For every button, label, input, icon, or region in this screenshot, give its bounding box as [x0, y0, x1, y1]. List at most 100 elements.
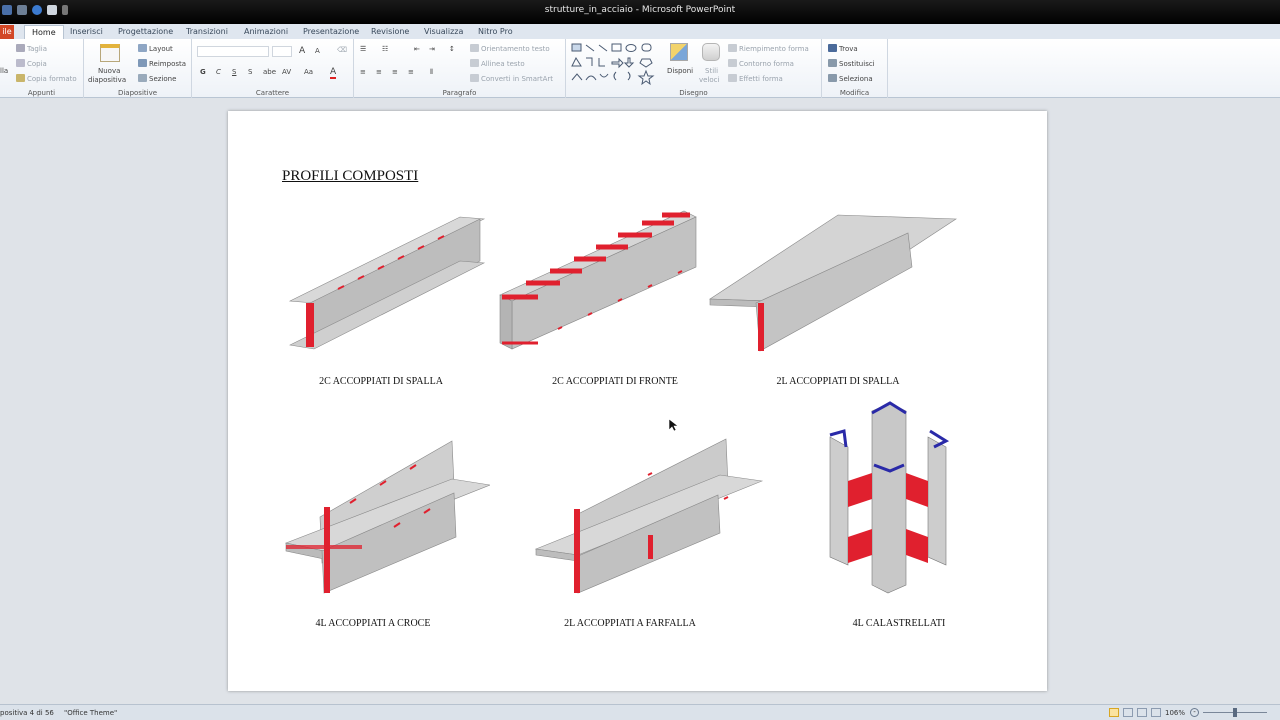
- numbering-icon[interactable]: ☷: [382, 45, 388, 53]
- text-direction-button[interactable]: Orientamento testo: [470, 44, 550, 53]
- bold-button[interactable]: G: [200, 68, 206, 76]
- align-right-icon[interactable]: ≡: [392, 68, 398, 76]
- slide-counter: positiva 4 di 56: [0, 709, 54, 717]
- new-slide-button-line2[interactable]: diapositiva: [88, 76, 126, 84]
- shape-fill-button[interactable]: Riempimento forma: [728, 44, 809, 53]
- reset-label: Reimposta: [149, 60, 187, 68]
- figure-4l-cross[interactable]: [284, 439, 490, 597]
- cut-button[interactable]: Taglia: [16, 44, 47, 53]
- quick-styles-button-line2[interactable]: veloci: [699, 76, 719, 84]
- tab-animations[interactable]: Animazioni: [244, 25, 288, 39]
- layout-icon: [138, 44, 147, 52]
- cut-label: Taglia: [27, 45, 48, 53]
- find-button[interactable]: Trova: [828, 44, 858, 53]
- tab-view[interactable]: Visualizza: [424, 25, 463, 39]
- group-paragraph: ☰ ☷ ⇤ ⇥ ↕ ≡ ≡ ≡ ≡ ⫴ Orientamento testo A…: [354, 39, 566, 98]
- figure-2l-butterfly[interactable]: [534, 437, 764, 595]
- caption-2c-back-to-back[interactable]: 2C ACCOPPIATI DI SPALLA: [319, 376, 443, 387]
- shape-effects-button[interactable]: Effetti forma: [728, 74, 783, 83]
- figure-4l-battened[interactable]: [824, 401, 956, 597]
- tab-review[interactable]: Revisione: [371, 25, 409, 39]
- format-painter-button[interactable]: Copia formato: [16, 74, 77, 83]
- group-editing: Trova Sostituisci Seleziona Modifica: [822, 39, 888, 98]
- copy-icon: [16, 59, 25, 67]
- reset-button[interactable]: Reimposta: [138, 59, 186, 68]
- tab-presentation[interactable]: Presentazione: [303, 25, 359, 39]
- decrease-indent-icon[interactable]: ⇤: [414, 45, 420, 53]
- underline-button[interactable]: S: [232, 68, 236, 76]
- tab-transitions[interactable]: Transizioni: [186, 25, 228, 39]
- view-sorter-icon[interactable]: [1123, 708, 1133, 717]
- char-spacing-button[interactable]: AV: [282, 68, 291, 76]
- copy-button[interactable]: Copia: [16, 59, 47, 68]
- group-label-clipboard: Appunti: [27, 89, 56, 97]
- group-drawing: Disponi Stili veloci Riempimento forma C…: [566, 39, 822, 98]
- arrange-button[interactable]: Disponi: [667, 67, 693, 75]
- tab-file[interactable]: ile: [0, 25, 14, 39]
- replace-button[interactable]: Sostituisci: [828, 59, 875, 68]
- italic-button[interactable]: C: [216, 68, 221, 76]
- strikethrough-button[interactable]: abe: [263, 68, 276, 76]
- smartart-icon: [470, 74, 479, 82]
- theme-name[interactable]: "Office Theme": [64, 709, 117, 717]
- select-button[interactable]: Seleziona: [828, 74, 873, 83]
- font-name-combo[interactable]: [197, 46, 269, 57]
- font-size-combo[interactable]: [272, 46, 292, 57]
- zoom-out-icon[interactable]: -: [1190, 708, 1199, 717]
- tab-insert[interactable]: Inserisci: [70, 25, 103, 39]
- status-bar: positiva 4 di 56 "Office Theme" 106% -: [0, 704, 1280, 720]
- change-case-button[interactable]: Aa: [304, 68, 313, 76]
- section-button[interactable]: Sezione: [138, 74, 176, 83]
- bullets-icon[interactable]: ☰: [360, 45, 366, 53]
- view-normal-icon[interactable]: [1109, 708, 1119, 717]
- line-spacing-icon[interactable]: ↕: [449, 45, 455, 53]
- shape-outline-button[interactable]: Contorno forma: [728, 59, 794, 68]
- align-text-button[interactable]: Allinea testo: [470, 59, 525, 68]
- caption-2l-back-to-back[interactable]: 2L ACCOPPIATI DI SPALLA: [777, 376, 900, 387]
- figure-2c-face-to-face[interactable]: [498, 209, 698, 351]
- convert-smartart-button[interactable]: Converti in SmartArt: [470, 74, 553, 83]
- paste-button[interactable]: lla: [0, 67, 8, 75]
- layout-button[interactable]: Layout: [138, 44, 173, 53]
- shrink-font-icon[interactable]: A: [315, 47, 320, 55]
- arrange-icon[interactable]: [670, 43, 688, 61]
- align-center-icon[interactable]: ≡: [376, 68, 382, 76]
- new-slide-button[interactable]: Nuova: [98, 67, 120, 75]
- section-icon: [138, 74, 147, 82]
- view-slideshow-icon[interactable]: [1151, 708, 1161, 717]
- view-reading-icon[interactable]: [1137, 708, 1147, 717]
- caption-2l-butterfly[interactable]: 2L ACCOPPIATI A FARFALLA: [564, 618, 696, 629]
- group-label-slides: Diapositive: [117, 89, 158, 97]
- shapes-gallery[interactable]: [570, 42, 662, 86]
- increase-indent-icon[interactable]: ⇥: [429, 45, 435, 53]
- group-font: A A ⌫ G C S S abe AV Aa A Carattere: [192, 39, 354, 98]
- copy-label: Copia: [27, 60, 47, 68]
- quick-styles-icon[interactable]: [702, 43, 720, 61]
- align-left-icon[interactable]: ≡: [360, 68, 366, 76]
- new-slide-icon[interactable]: [100, 44, 120, 62]
- zoom-level[interactable]: 106%: [1165, 709, 1185, 717]
- font-color-icon[interactable]: A: [330, 67, 337, 79]
- caption-4l-battened[interactable]: 4L CALASTRELLATI: [853, 618, 946, 629]
- clear-format-icon[interactable]: ⌫: [337, 46, 347, 54]
- tab-design[interactable]: Progettazione: [118, 25, 173, 39]
- quick-styles-button[interactable]: Stili: [705, 67, 718, 75]
- shadow-button[interactable]: S: [248, 68, 252, 76]
- group-label-drawing: Disegno: [679, 89, 708, 97]
- slide-title[interactable]: PROFILI COMPOSTI: [282, 168, 418, 185]
- grow-font-icon[interactable]: A: [299, 46, 305, 56]
- tab-home[interactable]: Home: [24, 25, 64, 39]
- figure-2c-back-to-back[interactable]: [286, 209, 491, 356]
- tab-nitro-pro[interactable]: Nitro Pro: [478, 25, 513, 39]
- figure-2l-back-to-back[interactable]: [708, 211, 958, 353]
- caption-2c-face-to-face[interactable]: 2C ACCOPPIATI DI FRONTE: [552, 376, 678, 387]
- zoom-slider-thumb[interactable]: [1233, 708, 1237, 717]
- slide-canvas[interactable]: PROFILI COMPOSTI 2C ACCOPPIATI DI SPALLA…: [228, 111, 1047, 691]
- caption-4l-cross[interactable]: 4L ACCOPPIATI A CROCE: [316, 618, 431, 629]
- smartart-label: Converti in SmartArt: [481, 75, 554, 83]
- window-title: strutture_in_acciaio - Microsoft PowerPo…: [544, 5, 736, 15]
- cursor-icon: [828, 74, 837, 82]
- justify-icon[interactable]: ≡: [408, 68, 414, 76]
- columns-icon[interactable]: ⫴: [430, 68, 433, 77]
- group-clipboard: lla Taglia Copia Copia formato Appunti: [0, 39, 84, 98]
